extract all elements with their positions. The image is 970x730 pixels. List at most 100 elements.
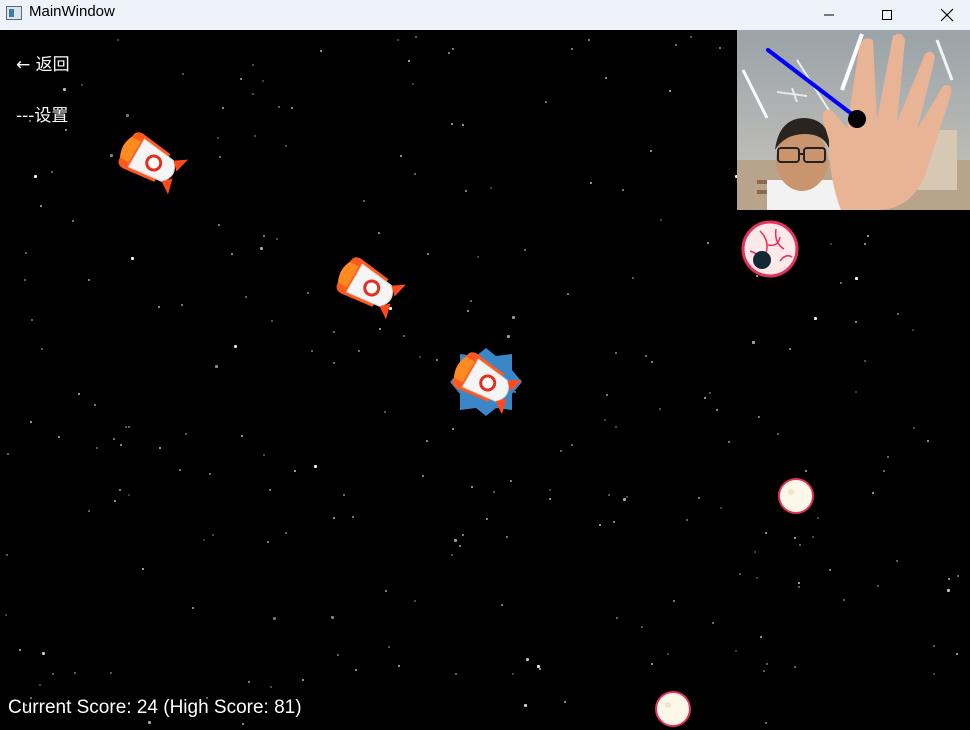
star — [419, 356, 421, 358]
star — [452, 428, 454, 430]
star — [549, 498, 551, 500]
star — [512, 673, 514, 675]
star — [451, 123, 453, 125]
star — [5, 614, 7, 616]
star — [615, 352, 617, 354]
star — [285, 532, 287, 534]
star — [24, 279, 26, 281]
star — [539, 668, 541, 670]
star — [855, 391, 857, 393]
star — [182, 73, 184, 75]
star — [650, 150, 652, 152]
star — [181, 304, 183, 306]
close-button[interactable] — [924, 0, 970, 30]
star — [956, 653, 958, 655]
star — [291, 107, 293, 109]
star — [331, 616, 334, 619]
star — [470, 300, 472, 302]
star — [760, 636, 762, 638]
star — [240, 78, 242, 80]
star — [269, 489, 271, 491]
star — [493, 491, 495, 493]
star — [673, 600, 675, 602]
maximize-button[interactable] — [864, 0, 910, 30]
star — [590, 182, 592, 184]
title-bar: MainWindow — [0, 0, 970, 30]
star — [933, 645, 935, 647]
star — [426, 440, 428, 442]
star — [913, 427, 915, 429]
star — [398, 665, 400, 667]
back-button[interactable]: ← 返回 — [16, 50, 70, 75]
star — [451, 554, 453, 556]
star — [159, 447, 161, 449]
star — [222, 107, 224, 109]
star — [564, 701, 566, 703]
star — [400, 155, 402, 157]
star — [510, 480, 512, 482]
webcam-image — [737, 30, 970, 210]
star — [397, 39, 399, 41]
star — [217, 137, 219, 139]
star — [234, 345, 237, 348]
star — [271, 320, 273, 322]
star — [88, 510, 90, 512]
star — [512, 316, 515, 319]
star — [131, 257, 134, 260]
star — [262, 80, 264, 82]
star — [39, 684, 41, 686]
minimize-icon — [824, 14, 834, 16]
eyeball-planet — [741, 220, 799, 278]
star — [110, 672, 112, 674]
star — [524, 249, 526, 251]
star — [605, 77, 607, 79]
star — [812, 536, 814, 538]
game-canvas[interactable]: ← 返回 ---设置 Current Score: 24 (High Score… — [0, 30, 970, 730]
star — [94, 404, 96, 406]
star — [285, 145, 287, 147]
star — [571, 48, 573, 50]
hand-cursor-dot — [848, 110, 866, 128]
star — [728, 441, 730, 443]
star — [599, 524, 601, 526]
star — [933, 673, 935, 675]
star — [752, 341, 755, 344]
star — [571, 444, 573, 446]
star — [948, 578, 950, 580]
star — [720, 507, 722, 509]
star — [545, 101, 547, 103]
star — [302, 679, 304, 681]
app-window-icon — [6, 6, 22, 20]
star — [794, 666, 796, 668]
star — [6, 554, 8, 556]
star — [385, 590, 387, 592]
webcam-feed — [737, 30, 970, 210]
star — [912, 329, 914, 331]
star — [641, 626, 643, 628]
star — [117, 39, 119, 41]
star — [412, 83, 414, 85]
star — [645, 355, 647, 357]
star — [203, 539, 205, 541]
settings-button[interactable]: ---设置 — [16, 101, 68, 126]
star — [843, 599, 845, 601]
window-title: MainWindow — [29, 3, 115, 20]
star — [486, 518, 488, 520]
star — [248, 681, 250, 683]
star — [263, 454, 265, 456]
star — [388, 646, 390, 648]
star — [567, 293, 569, 295]
star — [414, 600, 416, 602]
star — [114, 500, 116, 502]
star — [454, 539, 457, 542]
star — [333, 331, 335, 333]
minimize-button[interactable] — [806, 0, 852, 30]
star — [829, 569, 831, 571]
star — [7, 453, 9, 455]
star — [471, 486, 473, 488]
star — [872, 492, 874, 494]
star — [58, 436, 60, 438]
star — [477, 256, 479, 258]
star — [877, 585, 879, 587]
star — [276, 238, 278, 240]
